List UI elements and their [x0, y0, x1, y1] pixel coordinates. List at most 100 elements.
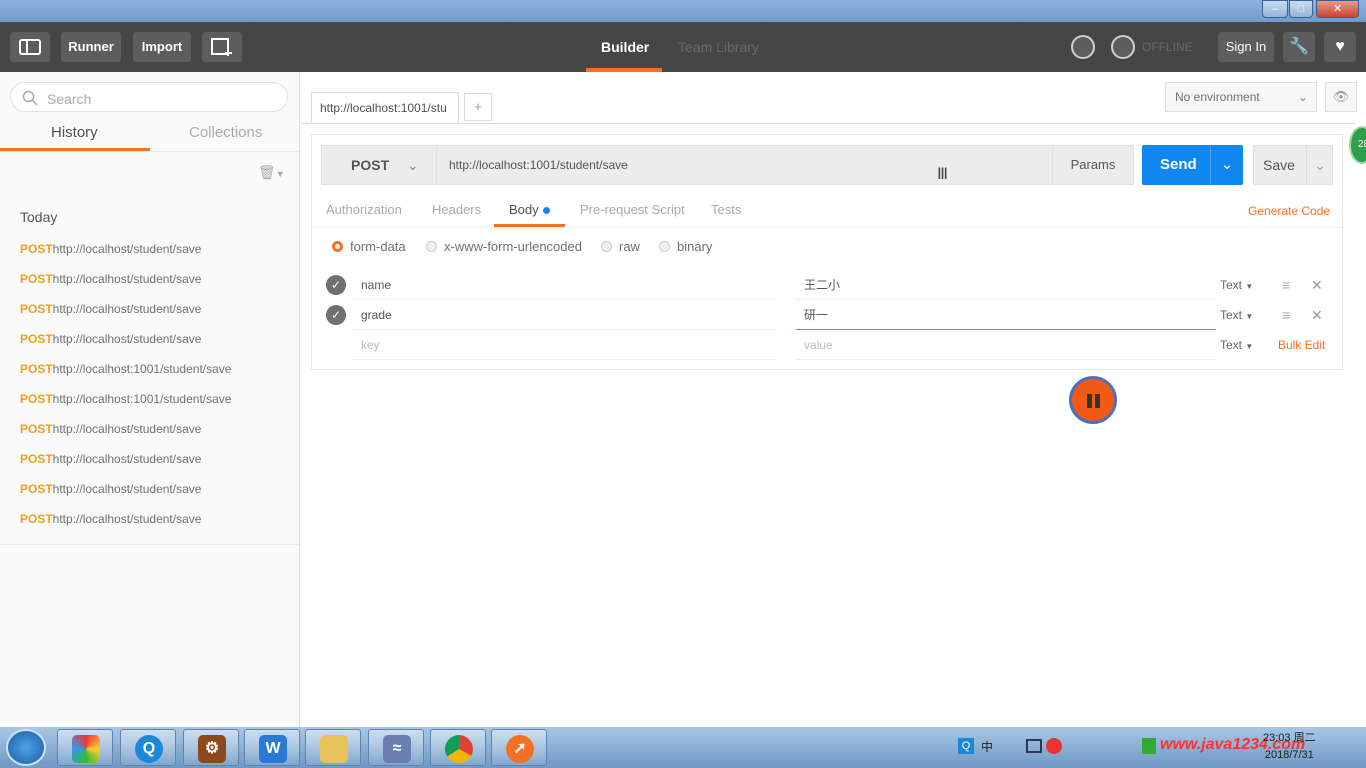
- form-row: ✓ grade 研一 Text ▼ ≡ ✕: [312, 300, 1342, 330]
- history-item[interactable]: POSThttp://localhost/student/save: [20, 242, 201, 260]
- tab-team-library[interactable]: Team Library: [678, 22, 759, 72]
- radio-raw[interactable]: raw: [601, 239, 640, 254]
- key-input[interactable]: grade: [352, 300, 777, 330]
- dolphin-icon: ≈: [383, 735, 411, 763]
- send-button[interactable]: Send ⌄: [1142, 145, 1243, 185]
- history-item[interactable]: POSThttp://localhost/student/save: [20, 512, 201, 530]
- shield-icon[interactable]: [1142, 738, 1156, 754]
- tab-history[interactable]: History: [51, 124, 98, 141]
- type-label: Text: [1220, 308, 1243, 322]
- params-button[interactable]: Params: [1052, 145, 1134, 185]
- environment-quick-look-button[interactable]: 👁: [1325, 82, 1357, 112]
- search-input[interactable]: Search: [10, 82, 288, 112]
- close-window-button[interactable]: ✕: [1316, 0, 1359, 18]
- tab-builder[interactable]: Builder: [601, 22, 649, 72]
- history-item[interactable]: POSThttp://localhost/student/save: [20, 302, 201, 320]
- history-item-url: http://localhost:1001/student/save: [52, 362, 232, 376]
- history-item-method: POST: [20, 242, 53, 256]
- maximize-button[interactable]: □: [1289, 0, 1313, 18]
- drag-handle-icon[interactable]: ≡: [1282, 270, 1290, 300]
- runner-button[interactable]: Runner: [61, 32, 121, 62]
- method-label: POST: [351, 157, 390, 173]
- tab-body[interactable]: Body: [509, 202, 550, 217]
- delete-row-button[interactable]: ✕: [1311, 300, 1323, 330]
- taskbar-app-mysql[interactable]: ≈: [368, 729, 424, 766]
- send-label: Send: [1160, 156, 1197, 173]
- sign-in-button[interactable]: Sign In: [1218, 32, 1274, 62]
- search-placeholder: Search: [47, 91, 92, 107]
- network-icon[interactable]: [1026, 739, 1042, 753]
- taskbar-app-wps[interactable]: W: [244, 729, 300, 766]
- ime-indicator[interactable]: 中: [981, 738, 993, 755]
- toggle-sidebar-button[interactable]: [10, 32, 50, 62]
- history-item[interactable]: POSThttp://localhost:1001/student/save: [20, 362, 231, 380]
- method-select[interactable]: POST ⌄: [321, 145, 437, 185]
- type-label: Text: [1220, 338, 1243, 352]
- settings-button[interactable]: 🔧: [1283, 32, 1315, 62]
- send-options-button[interactable]: ⌄: [1210, 145, 1243, 185]
- radio-binary[interactable]: binary: [659, 239, 712, 254]
- radio-form-data[interactable]: form-data: [332, 239, 406, 254]
- type-select[interactable]: Text ▼: [1220, 270, 1253, 300]
- sync-status-icon[interactable]: [1111, 35, 1135, 59]
- request-tab[interactable]: http://localhost:1001/stu: [311, 92, 459, 124]
- minimize-button[interactable]: –: [1262, 0, 1288, 18]
- heart-icon: ♥: [1335, 38, 1345, 55]
- history-item[interactable]: POSThttp://localhost:1001/student/save: [20, 392, 231, 410]
- radio-label: x-www-form-urlencoded: [444, 239, 582, 254]
- value-input[interactable]: 研一: [796, 300, 1216, 330]
- form-row-new: key value Text ▼ Bulk Edit: [312, 330, 1342, 360]
- history-item[interactable]: POSThttp://localhost/student/save: [20, 422, 201, 440]
- taskbar-app-photos[interactable]: [57, 729, 113, 766]
- value-input[interactable]: value: [796, 330, 1216, 360]
- type-select[interactable]: Text ▼: [1220, 300, 1253, 330]
- history-item[interactable]: POSThttp://localhost/student/save: [20, 332, 201, 350]
- save-button[interactable]: Save ⌄: [1253, 145, 1333, 185]
- taskbar-app-explorer[interactable]: [305, 729, 361, 766]
- history-item[interactable]: POSThttp://localhost/student/save: [20, 452, 201, 470]
- postman-icon: ➚: [506, 735, 534, 763]
- key-input[interactable]: key: [352, 330, 777, 360]
- offline-status: OFFLINE: [1142, 40, 1193, 54]
- key-input[interactable]: name: [352, 270, 777, 300]
- taskbar-app-game[interactable]: ⚙: [183, 729, 239, 766]
- clear-history-button[interactable]: 🗑▼: [258, 164, 286, 180]
- import-button[interactable]: Import: [133, 32, 191, 62]
- tab-collections[interactable]: Collections: [189, 124, 262, 141]
- new-tab-button[interactable]: +: [464, 93, 492, 121]
- delete-row-button[interactable]: ✕: [1311, 270, 1323, 300]
- generate-code-link[interactable]: Generate Code: [1248, 204, 1330, 218]
- interceptor-icon[interactable]: [1071, 35, 1095, 59]
- bulk-edit-link[interactable]: Bulk Edit: [1278, 330, 1325, 360]
- tab-headers[interactable]: Headers: [432, 202, 481, 217]
- clock[interactable]: 23:03 周二 2018/7/31: [1263, 730, 1316, 764]
- taskbar-app-postman[interactable]: ➚: [491, 729, 547, 766]
- type-select[interactable]: Text ▼: [1220, 330, 1253, 360]
- save-options-button[interactable]: ⌄: [1306, 146, 1333, 184]
- tab-authorization[interactable]: Authorization: [326, 202, 402, 217]
- start-button[interactable]: [6, 729, 46, 766]
- row-enabled-checkbox[interactable]: ✓: [326, 305, 346, 325]
- taskbar-app-qq[interactable]: Q: [120, 729, 176, 766]
- row-enabled-checkbox[interactable]: ✓: [326, 275, 346, 295]
- save-label: Save: [1263, 157, 1295, 173]
- radio-x-www-form-urlencoded[interactable]: x-www-form-urlencoded: [426, 239, 582, 254]
- value-input[interactable]: 王二小: [796, 270, 1216, 300]
- favorite-button[interactable]: ♥: [1324, 32, 1356, 62]
- tab-pre-request-script[interactable]: Pre-request Script: [580, 202, 685, 217]
- environment-select[interactable]: No environment ⌄: [1165, 82, 1317, 112]
- new-window-button[interactable]: [202, 32, 242, 62]
- url-input[interactable]: http://localhost:1001/student/save: [437, 145, 1053, 185]
- tab-tests[interactable]: Tests: [711, 202, 741, 217]
- history-item-url: http://localhost/student/save: [52, 242, 202, 256]
- history-item-method: POST: [20, 452, 53, 466]
- pause-recording-button[interactable]: [1069, 376, 1117, 424]
- history-item-method: POST: [20, 422, 53, 436]
- drag-handle-icon[interactable]: ≡: [1282, 300, 1290, 330]
- security-icon[interactable]: [1046, 738, 1062, 754]
- history-item-url: http://localhost/student/save: [52, 422, 202, 436]
- history-item[interactable]: POSThttp://localhost/student/save: [20, 272, 201, 290]
- taskbar-app-chrome[interactable]: [430, 729, 486, 766]
- history-item[interactable]: POSThttp://localhost/student/save: [20, 482, 201, 500]
- ime-q-icon[interactable]: Q: [958, 738, 974, 754]
